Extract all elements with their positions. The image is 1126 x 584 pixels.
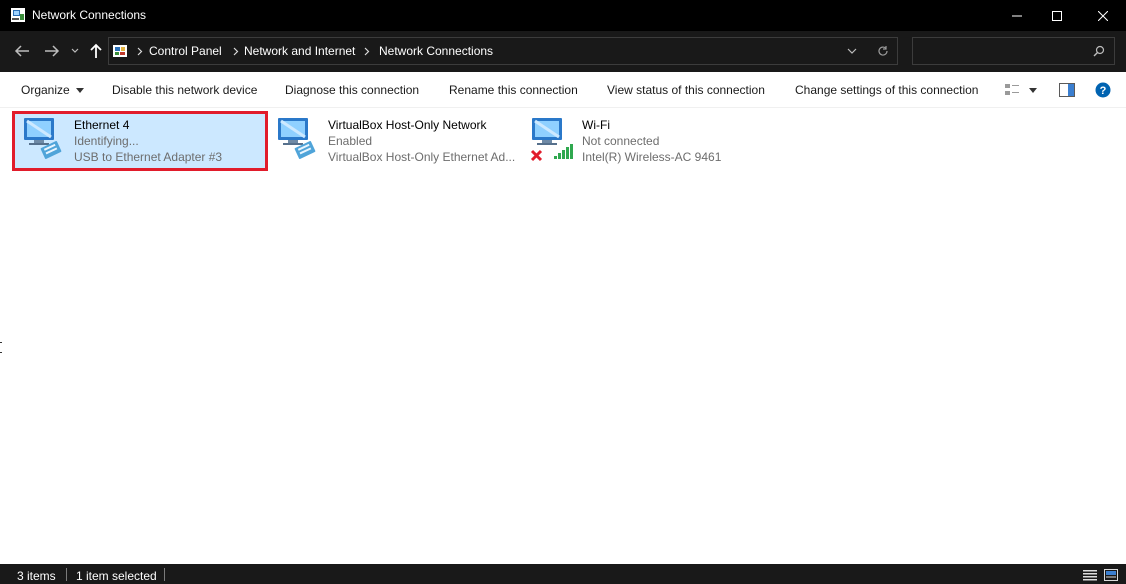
details-view-icon[interactable] <box>1083 569 1097 581</box>
diagnose-button[interactable]: Diagnose this connection <box>285 83 419 97</box>
minimize-icon <box>1012 15 1022 16</box>
preview-pane-icon[interactable] <box>1059 83 1075 97</box>
connection-device: USB to Ethernet Adapter #3 <box>74 150 223 164</box>
address-history-button[interactable] <box>845 44 859 58</box>
breadcrumb-network-and-internet[interactable]: Network and Internet <box>244 44 355 58</box>
help-icon[interactable]: ? <box>1095 82 1111 98</box>
chevron-down-icon <box>847 48 857 54</box>
chevron-down-icon <box>71 48 79 53</box>
refresh-icon <box>878 46 888 56</box>
arrow-left-icon <box>14 45 29 57</box>
ethernet-adapter-icon <box>278 118 316 159</box>
arrow-up-icon <box>90 43 102 58</box>
svg-text:?: ? <box>1100 85 1107 97</box>
connection-item[interactable]: VirtualBox Host-Only Network Enabled Vir… <box>271 111 521 171</box>
search-icon[interactable] <box>1091 43 1107 59</box>
maximize-icon <box>1052 10 1062 21</box>
maximize-button[interactable] <box>1034 0 1080 31</box>
connections-list: Ethernet 4 Identifying... USB to Etherne… <box>0 108 1126 564</box>
large-icons-view-icon[interactable] <box>1104 569 1118 581</box>
status-divider <box>164 568 165 581</box>
network-connections-icon <box>11 8 25 22</box>
caret-down-icon <box>75 87 84 93</box>
title-bar: Network Connections <box>0 0 1126 31</box>
organize-menu[interactable]: Organize <box>21 83 84 97</box>
item-count: 3 items <box>17 569 56 583</box>
organize-label: Organize <box>21 83 70 97</box>
recent-locations-button[interactable] <box>68 40 82 62</box>
search-input[interactable] <box>917 42 1091 62</box>
wifi-adapter-icon <box>530 118 573 162</box>
breadcrumb-control-panel[interactable]: Control Panel <box>149 44 222 58</box>
selection-count: 1 item selected <box>76 569 157 583</box>
forward-button[interactable] <box>42 40 62 62</box>
close-icon <box>1098 10 1108 21</box>
connection-item[interactable]: Wi-Fi Not connected Intel(R) Wireless-AC… <box>525 111 775 171</box>
breadcrumb-network-connections[interactable]: Network Connections <box>379 44 493 58</box>
command-bar: Organize Disable this network device Dia… <box>0 72 1126 108</box>
arrow-right-icon <box>45 45 60 57</box>
address-bar[interactable]: Control Panel Network and Internet Netwo… <box>108 37 898 65</box>
close-button[interactable] <box>1080 0 1126 31</box>
connection-name: Wi-Fi <box>582 118 610 132</box>
refresh-button[interactable] <box>875 43 891 59</box>
back-button[interactable] <box>12 40 32 62</box>
status-bar: 3 items 1 item selected <box>0 564 1126 584</box>
up-button[interactable] <box>86 40 106 62</box>
change-settings-button[interactable]: Change settings of this connection <box>795 83 978 97</box>
view-status-button[interactable]: View status of this connection <box>607 83 765 97</box>
connection-status: Identifying... <box>74 134 139 148</box>
connection-item[interactable]: Ethernet 4 Identifying... USB to Etherne… <box>12 111 268 171</box>
window-edge-artifact <box>0 342 2 353</box>
view-options-caret-icon[interactable] <box>1029 88 1037 93</box>
connection-name: VirtualBox Host-Only Network <box>328 118 487 132</box>
connection-device: VirtualBox Host-Only Ethernet Ad... <box>328 150 516 164</box>
control-panel-icon <box>113 45 127 57</box>
address-row: Control Panel Network and Internet Netwo… <box>0 31 1126 72</box>
breadcrumb-separator-icon[interactable] <box>362 44 372 58</box>
connection-status: Enabled <box>328 134 373 148</box>
breadcrumb-separator-icon[interactable] <box>231 44 241 58</box>
disable-device-button[interactable]: Disable this network device <box>112 83 257 97</box>
window-title: Network Connections <box>32 8 147 22</box>
connection-name: Ethernet 4 <box>74 118 130 132</box>
connection-device: Intel(R) Wireless-AC 9461 <box>582 150 722 164</box>
change-view-icon[interactable] <box>1004 82 1020 98</box>
status-divider <box>66 568 67 581</box>
connection-status: Not connected <box>582 134 660 148</box>
ethernet-adapter-icon <box>24 118 62 159</box>
breadcrumb-separator-icon[interactable] <box>135 44 145 58</box>
rename-button[interactable]: Rename this connection <box>449 83 578 97</box>
search-box[interactable] <box>912 37 1115 65</box>
